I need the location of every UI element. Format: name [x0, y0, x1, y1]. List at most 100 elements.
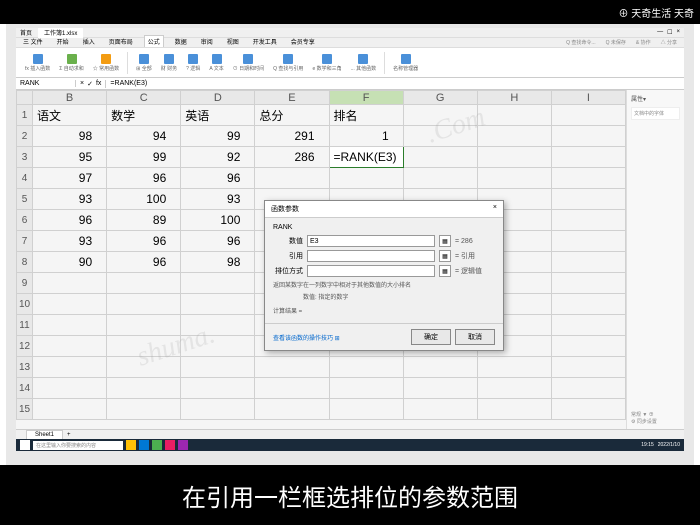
cell[interactable]: 286 — [255, 147, 329, 168]
formula-input[interactable]: =RANK(E3) — [106, 80, 684, 87]
cell[interactable] — [477, 357, 551, 378]
cell[interactable]: 数学 — [107, 105, 181, 126]
col-header[interactable]: G — [403, 91, 477, 105]
row-header[interactable]: 7 — [17, 231, 33, 252]
cell[interactable] — [329, 399, 403, 420]
cell[interactable] — [551, 273, 625, 294]
cell[interactable] — [33, 315, 107, 336]
cancel-formula-icon[interactable]: × — [80, 80, 84, 88]
cell[interactable] — [181, 378, 255, 399]
ribbon-search[interactable]: Q 查找命令... — [563, 38, 598, 47]
row-header[interactable]: 9 — [17, 273, 33, 294]
cell[interactable]: 96 — [107, 231, 181, 252]
ribbon-tab-formula[interactable]: 公式 — [144, 35, 164, 47]
taskbar-search[interactable]: 在这里输入你要搜索的内容 — [33, 441, 123, 450]
cell[interactable]: 95 — [33, 147, 107, 168]
cell[interactable] — [551, 168, 625, 189]
ribbon-tab[interactable]: 开发工具 — [250, 36, 280, 47]
cell[interactable] — [551, 399, 625, 420]
cell[interactable] — [403, 357, 477, 378]
cell[interactable]: 99 — [107, 147, 181, 168]
cell[interactable] — [33, 336, 107, 357]
active-cell[interactable]: =RANK(E3) — [329, 147, 403, 168]
cell[interactable] — [551, 252, 625, 273]
fx-icon[interactable]: fx — [96, 80, 101, 88]
cell[interactable] — [551, 357, 625, 378]
date-fn-button[interactable]: ⊙ 日期和时间 — [230, 53, 267, 73]
ribbon-tab[interactable]: 插入 — [80, 36, 98, 47]
cell[interactable]: 99 — [181, 126, 255, 147]
cell[interactable]: 1 — [329, 126, 403, 147]
cell[interactable] — [551, 315, 625, 336]
cancel-button[interactable]: 取消 — [455, 329, 495, 345]
row-header[interactable]: 5 — [17, 189, 33, 210]
finance-fn-button[interactable]: 财 财务 — [158, 53, 180, 73]
cell[interactable] — [107, 315, 181, 336]
ribbon-collab[interactable]: & 协作 — [633, 38, 654, 47]
side-panel-bottom1[interactable]: 常规 ▼ ⊕ — [631, 411, 680, 418]
cell[interactable] — [181, 336, 255, 357]
cell[interactable]: 98 — [33, 126, 107, 147]
cell[interactable] — [255, 357, 329, 378]
ribbon-tab[interactable]: 开始 — [54, 36, 72, 47]
taskbar-app-icon[interactable] — [152, 440, 162, 450]
cell[interactable]: 排名 — [329, 105, 403, 126]
row-header[interactable]: 1 — [17, 105, 33, 126]
cell[interactable] — [255, 378, 329, 399]
cell[interactable] — [107, 378, 181, 399]
close-icon[interactable]: × — [676, 29, 680, 36]
accept-formula-icon[interactable]: ✓ — [87, 80, 93, 88]
cell[interactable] — [181, 399, 255, 420]
cell[interactable]: 92 — [181, 147, 255, 168]
cell[interactable] — [181, 315, 255, 336]
col-header-selected[interactable]: F — [329, 91, 403, 105]
start-icon[interactable] — [20, 440, 30, 450]
cell[interactable]: 89 — [107, 210, 181, 231]
row-header[interactable]: 10 — [17, 294, 33, 315]
dialog-close-icon[interactable]: × — [493, 204, 497, 214]
cell[interactable]: 96 — [33, 210, 107, 231]
cell[interactable]: 90 — [33, 252, 107, 273]
name-manager-button[interactable]: 名称管理器 — [390, 53, 421, 73]
range-picker-icon[interactable]: ▦ — [439, 250, 451, 262]
col-header[interactable]: I — [551, 91, 625, 105]
sheet-tab[interactable]: Sheet1 — [26, 430, 63, 440]
row-header[interactable]: 2 — [17, 126, 33, 147]
cell[interactable]: 291 — [255, 126, 329, 147]
ribbon-share[interactable]: △ 分享 — [658, 38, 680, 47]
taskbar-app-icon[interactable] — [126, 440, 136, 450]
col-header[interactable]: E — [255, 91, 329, 105]
cell[interactable] — [551, 105, 625, 126]
taskbar-app-icon[interactable] — [165, 440, 175, 450]
cell[interactable]: 96 — [181, 231, 255, 252]
max-icon[interactable]: ☐ — [667, 29, 672, 36]
cell[interactable] — [403, 168, 477, 189]
cell[interactable] — [477, 168, 551, 189]
cell[interactable] — [477, 126, 551, 147]
cell[interactable] — [403, 378, 477, 399]
math-fn-button[interactable]: e 数学和三角 — [309, 53, 344, 73]
cell[interactable] — [329, 378, 403, 399]
cell[interactable] — [255, 168, 329, 189]
min-icon[interactable]: — — [657, 29, 663, 36]
other-fn-button[interactable]: ... 其他函数 — [348, 53, 380, 73]
cell[interactable] — [107, 336, 181, 357]
cell[interactable] — [403, 105, 477, 126]
all-fn-button[interactable]: ⊞ 全部 — [133, 53, 155, 73]
cell[interactable] — [477, 105, 551, 126]
row-header[interactable]: 3 — [17, 147, 33, 168]
cell[interactable] — [33, 357, 107, 378]
row-header[interactable]: 12 — [17, 336, 33, 357]
cell[interactable] — [33, 294, 107, 315]
cell[interactable]: 93 — [33, 231, 107, 252]
cell[interactable]: 96 — [181, 168, 255, 189]
cell[interactable] — [551, 336, 625, 357]
text-fn-button[interactable]: A 文本 — [206, 53, 226, 73]
cell[interactable] — [551, 231, 625, 252]
field-input-order[interactable] — [307, 265, 435, 277]
col-header[interactable]: C — [107, 91, 181, 105]
cell[interactable] — [403, 399, 477, 420]
row-header[interactable]: 6 — [17, 210, 33, 231]
cell[interactable] — [403, 147, 477, 168]
cell[interactable]: 93 — [181, 189, 255, 210]
